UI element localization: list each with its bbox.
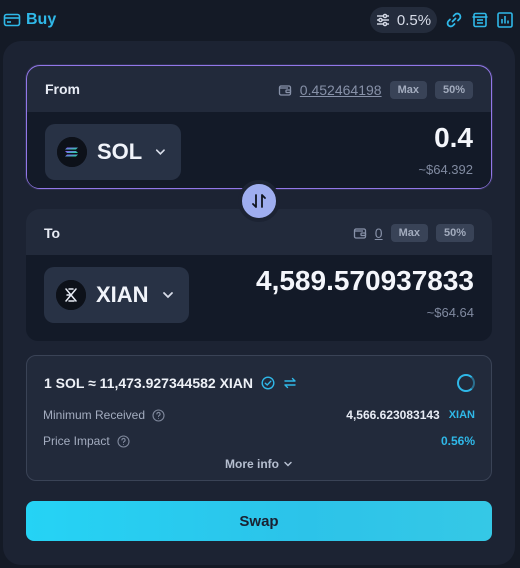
chevron-down-icon [162, 292, 173, 299]
exchange-rate: 1 SOL ≈ 11,473.927344582 XIAN [44, 375, 254, 391]
to-half-button[interactable]: 50% [435, 224, 474, 242]
from-usd-value: ~$64.392 [418, 162, 473, 177]
from-balance-row: 0.452464198 Max 50% [278, 80, 473, 100]
sol-logo-icon [57, 137, 87, 167]
from-amount-input[interactable]: 0.4 [434, 122, 473, 154]
from-token-name: SOL [97, 139, 143, 164]
refresh-spinner-icon[interactable] [457, 374, 475, 392]
slippage-value: 0.5% [396, 11, 432, 29]
to-token-selector[interactable]: XIAN [44, 267, 189, 323]
from-input-area: SOL 0.4 ~$64.392 [27, 112, 491, 188]
wallet-icon [353, 226, 367, 240]
to-token-name: XIAN [96, 282, 149, 307]
min-received-value: 4,566.623083143 [346, 408, 440, 422]
min-received-label: Minimum Received [43, 408, 146, 422]
buy-tab[interactable]: Buy [3, 9, 56, 31]
to-balance-row: 0 Max 50% [353, 223, 474, 243]
from-token-selector[interactable]: SOL [45, 124, 181, 180]
price-impact-value: 0.56% [440, 434, 475, 448]
receipt-icon [472, 12, 488, 28]
from-panel: From 0.452464198 Max 50% SOL 0.4 ~$64.39… [26, 65, 492, 189]
min-received-row: Minimum Received 4,566.623083143 XIAN [43, 406, 475, 424]
from-half-button[interactable]: 50% [434, 81, 473, 99]
from-balance[interactable]: 0.452464198 [300, 82, 382, 98]
min-received-unit: XIAN [448, 409, 475, 421]
price-impact-label: Price Impact [43, 434, 110, 448]
xian-logo-icon [56, 280, 86, 310]
from-max-button[interactable]: Max [389, 81, 427, 99]
from-label: From [45, 81, 80, 97]
more-info-label: More info [225, 457, 279, 471]
chevron-down-icon [156, 149, 166, 155]
swap-arrows-icon [252, 194, 266, 208]
buy-tab-label: Buy [26, 11, 57, 28]
sliders-icon [376, 13, 389, 27]
chart-icon [497, 12, 513, 28]
to-usd-value: ~$64.64 [426, 305, 474, 320]
card-icon [3, 13, 21, 27]
receipt-button[interactable] [470, 10, 490, 30]
to-panel: To 0 Max 50% XIAN 4,589.570937833 ~$64.6… [26, 209, 492, 341]
chevron-down-icon [284, 461, 292, 467]
exchange-rate-row: 1 SOL ≈ 11,473.927344582 XIAN [44, 373, 297, 393]
link-button[interactable] [444, 10, 464, 30]
top-bar: Buy 0.5% [0, 0, 520, 40]
price-impact-row: Price Impact 0.56% [43, 432, 475, 450]
verified-check-icon [261, 376, 275, 390]
to-balance[interactable]: 0 [375, 225, 383, 241]
to-label: To [44, 225, 61, 241]
chart-button[interactable] [495, 10, 515, 30]
slippage-button[interactable]: 0.5% [370, 7, 437, 33]
swap-button[interactable]: Swap [26, 501, 492, 541]
help-icon[interactable] [117, 434, 130, 448]
to-max-button[interactable]: Max [390, 224, 428, 242]
wallet-icon [278, 83, 292, 97]
quote-info-box: 1 SOL ≈ 11,473.927344582 XIAN Minimum Re… [26, 355, 492, 481]
to-amount: 4,589.570937833 [256, 265, 474, 296]
help-icon[interactable] [152, 408, 165, 422]
invert-rate-icon[interactable] [283, 376, 297, 390]
to-input-area: XIAN 4,589.570937833 ~$64.64 [26, 255, 492, 341]
link-icon [446, 12, 462, 28]
more-info-toggle[interactable]: More info [27, 456, 491, 472]
swap-direction-button[interactable] [238, 180, 280, 222]
